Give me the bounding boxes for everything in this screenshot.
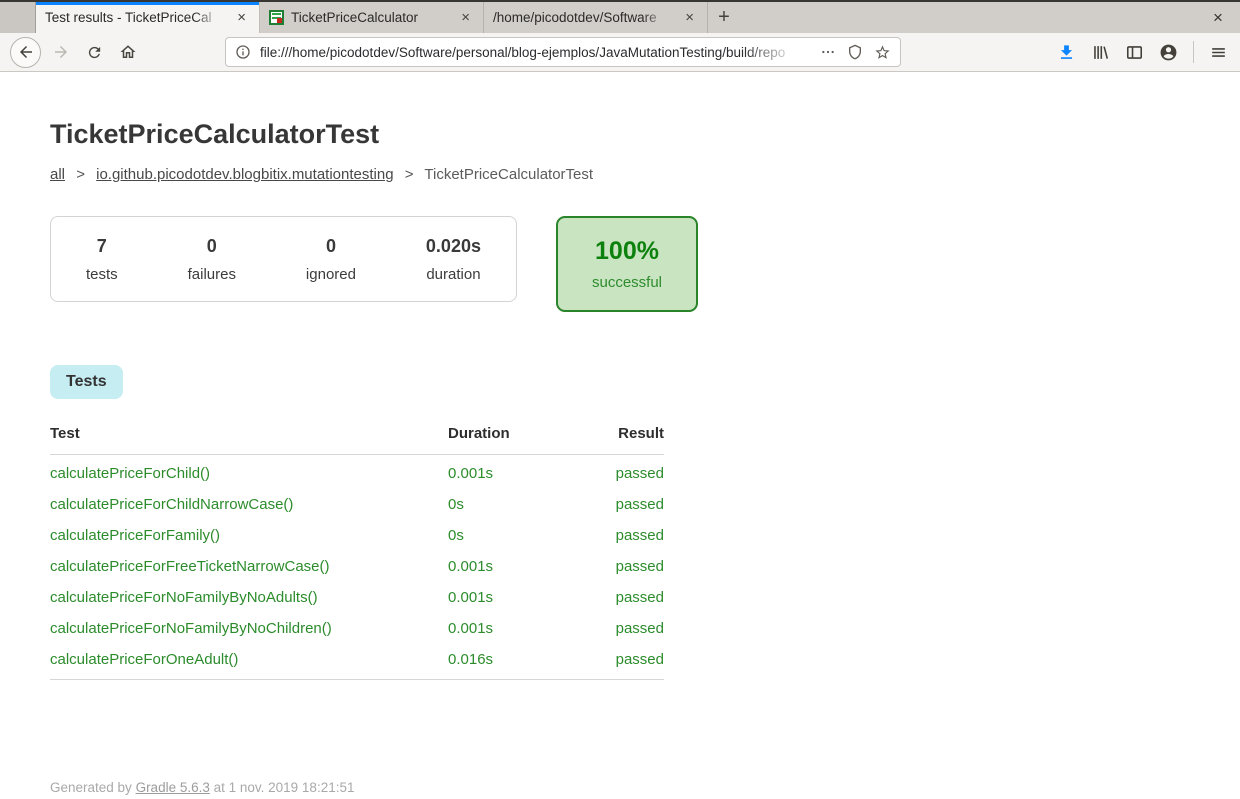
table-row: calculatePriceForFreeTicketNarrowCase() … [50,551,664,582]
test-name: calculatePriceForNoFamilyByNoAdults() [50,582,448,613]
summary-row: 7 tests 0 failures 0 ignored 0.020s dura… [50,216,1240,312]
stat-label: tests [86,266,118,283]
report-page: TicketPriceCalculatorTest all > io.githu… [0,119,1240,795]
back-button[interactable] [10,37,41,68]
test-result: passed [611,644,664,680]
report-footer: Generated by Gradle 5.6.3 at 1 nov. 2019… [50,780,1240,795]
stat-tests: 7 tests [86,236,118,283]
table-row: calculatePriceForChild() 0.001s passed [50,455,664,490]
sidebar-icon[interactable] [1125,43,1144,62]
browser-toolbar: file:///home/picodotdev/Software/persona… [0,33,1240,72]
toolbar-divider [1193,41,1194,63]
stat-value: 7 [86,236,118,257]
tab-title: /home/picodotdev/Software [493,10,675,25]
test-result: passed [611,613,664,644]
stat-ignored: 0 ignored [306,236,356,283]
breadcrumb-link-package[interactable]: io.github.picodotdev.blogbitix.mutationt… [96,166,393,183]
stat-label: ignored [306,266,356,283]
column-header-test: Test [50,425,448,455]
menu-icon[interactable] [1209,43,1228,62]
test-duration: 0s [448,489,611,520]
home-button[interactable] [115,37,141,67]
tab-title: TicketPriceCalculator [291,10,451,25]
test-name: calculatePriceForNoFamilyByNoChildren() [50,613,448,644]
stat-value: 0 [188,236,236,257]
test-name: calculatePriceForChildNarrowCase() [50,489,448,520]
test-result: passed [611,520,664,551]
tab-close-icon[interactable]: × [681,8,698,27]
shield-icon[interactable] [847,44,863,60]
stat-duration: 0.020s duration [426,236,481,283]
report-favicon-icon [269,10,284,25]
titlebar-corner [0,2,36,33]
test-name: calculatePriceForChild() [50,455,448,490]
browser-tab-ticketpricecalculator[interactable]: TicketPriceCalculator × [260,2,484,33]
window-close-button[interactable]: × [1196,2,1240,33]
reload-icon [86,44,103,61]
home-icon [119,43,137,61]
column-header-duration: Duration [448,425,611,455]
browser-tab-strip: Test results - TicketPriceCal × TicketPr… [0,0,1240,33]
test-duration: 0.001s [448,582,611,613]
test-duration: 0.001s [448,613,611,644]
url-bar[interactable]: file:///home/picodotdev/Software/persona… [225,37,901,67]
url-input[interactable]: file:///home/picodotdev/Software/persona… [260,45,809,60]
table-row: calculatePriceForNoFamilyByNoChildren() … [50,613,664,644]
page-title: TicketPriceCalculatorTest [50,119,1240,150]
new-tab-button[interactable]: + [708,2,740,33]
library-icon[interactable] [1091,43,1110,62]
table-row: calculatePriceForFamily() 0s passed [50,520,664,551]
info-icon[interactable] [235,44,251,60]
gradle-version-link[interactable]: Gradle 5.6.3 [136,780,210,795]
test-duration: 0s [448,520,611,551]
footer-timestamp: at 1 nov. 2019 18:21:51 [210,780,355,795]
success-rate-value: 100% [595,237,659,266]
table-row: calculatePriceForNoFamilyByNoAdults() 0.… [50,582,664,613]
table-row: calculatePriceForChildNarrowCase() 0s pa… [50,489,664,520]
tab-title: Test results - TicketPriceCal [45,10,227,25]
titlebar-drag-area [740,2,1196,33]
breadcrumb-link-all[interactable]: all [50,166,65,183]
success-rate-box: 100% successful [556,216,698,312]
footer-text: Generated by [50,780,136,795]
stat-failures: 0 failures [188,236,236,283]
summary-box: 7 tests 0 failures 0 ignored 0.020s dura… [50,216,517,302]
download-icon[interactable] [1057,43,1076,62]
breadcrumb: all > io.github.picodotdev.blogbitix.mut… [50,166,1240,183]
stat-value: 0.020s [426,236,481,257]
page-actions-dots-icon[interactable] [820,44,836,60]
bookmark-star-icon[interactable] [874,44,891,61]
back-icon [17,43,35,61]
test-result: passed [611,455,664,490]
test-result: passed [611,582,664,613]
test-name: calculatePriceForOneAdult() [50,644,448,680]
table-row: calculatePriceForOneAdult() 0.016s passe… [50,644,664,680]
column-header-result: Result [611,425,664,455]
test-name: calculatePriceForFamily() [50,520,448,551]
test-name: calculatePriceForFreeTicketNarrowCase() [50,551,448,582]
success-rate-label: successful [592,274,662,291]
test-duration: 0.001s [448,455,611,490]
test-result: passed [611,551,664,582]
account-icon[interactable] [1159,43,1178,62]
reload-button[interactable] [81,37,107,67]
breadcrumb-current: TicketPriceCalculatorTest [424,166,593,183]
breadcrumb-separator: > [405,166,414,183]
test-duration: 0.001s [448,551,611,582]
table-header-row: Test Duration Result [50,425,664,455]
test-results-table: Test Duration Result calculatePriceForCh… [50,425,664,680]
tab-tests[interactable]: Tests [50,365,123,399]
browser-tab-test-results[interactable]: Test results - TicketPriceCal × [36,2,260,33]
tab-close-icon[interactable]: × [233,8,250,27]
breadcrumb-separator: > [76,166,85,183]
stat-label: duration [426,266,481,283]
stat-label: failures [188,266,236,283]
stat-value: 0 [306,236,356,257]
forward-button[interactable] [48,37,74,67]
browser-tab-home-path[interactable]: /home/picodotdev/Software × [484,2,708,33]
test-result: passed [611,489,664,520]
forward-icon [52,43,70,61]
test-duration: 0.016s [448,644,611,680]
tab-close-icon[interactable]: × [457,8,474,27]
